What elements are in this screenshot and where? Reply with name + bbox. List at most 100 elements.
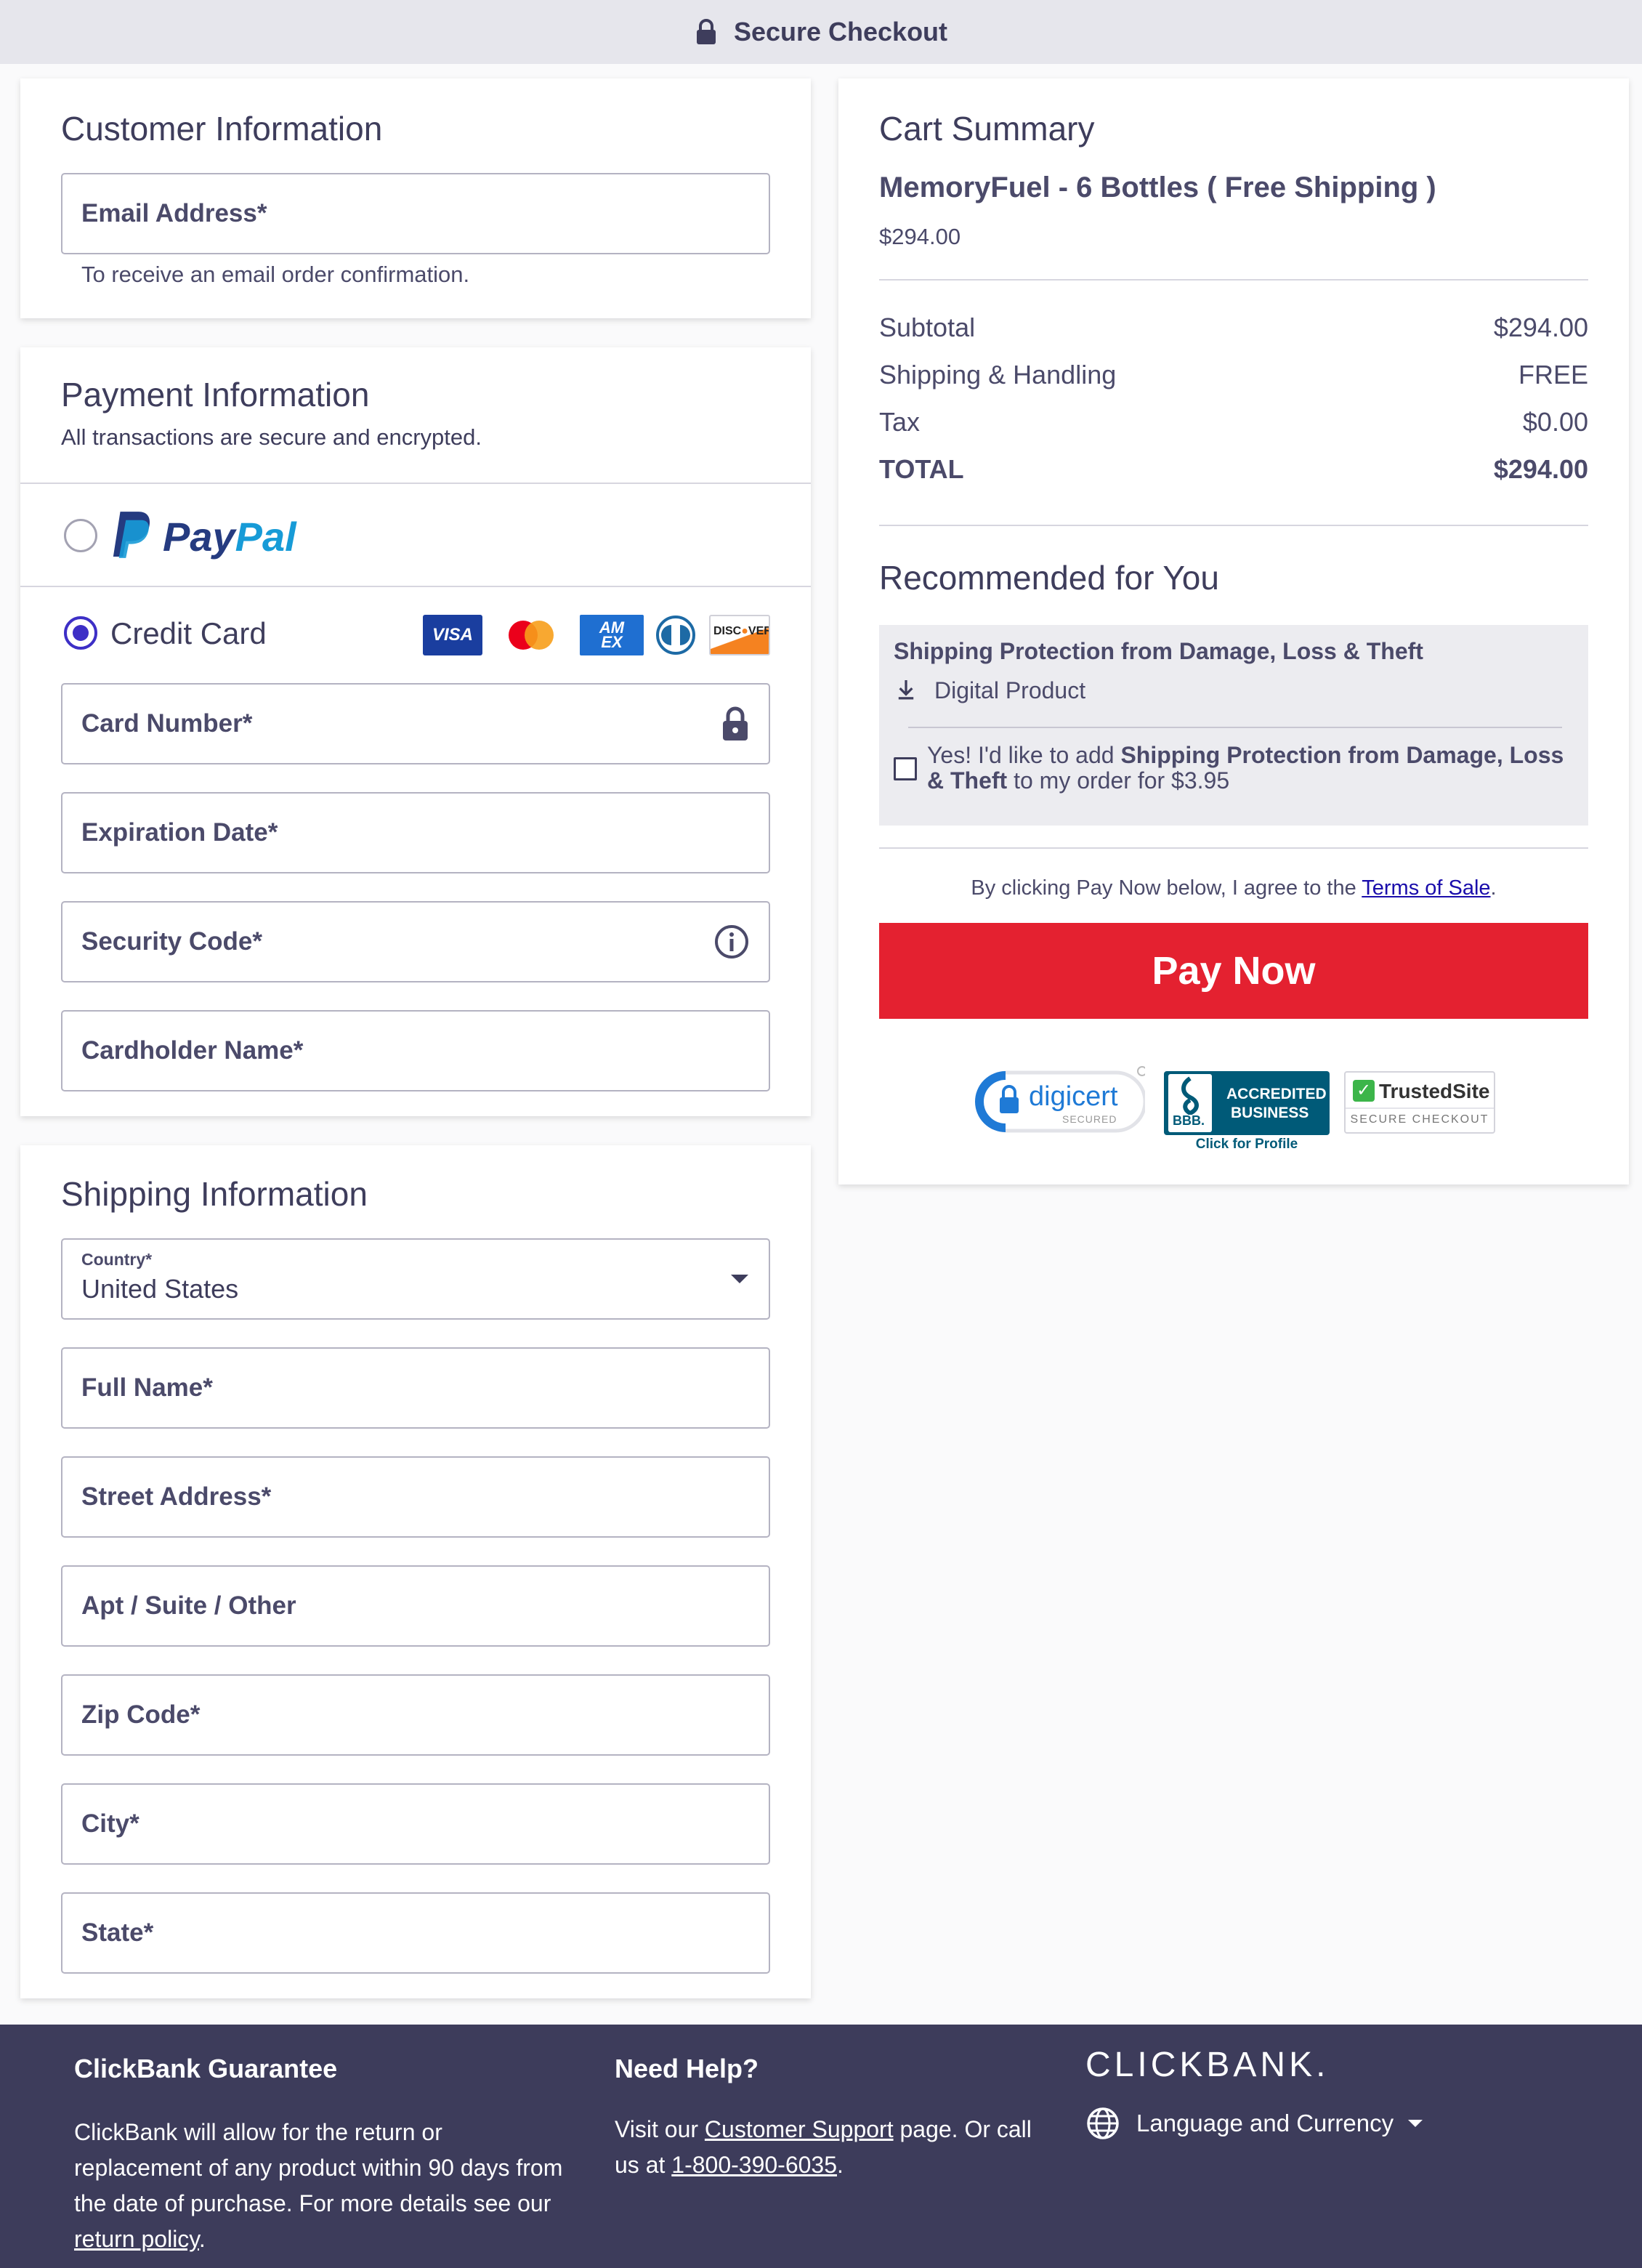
card-number-field[interactable]: Card Number*: [61, 683, 770, 764]
credit-card-label: Credit Card: [110, 616, 267, 650]
city-field[interactable]: City*: [61, 1783, 770, 1865]
expiration-date-field[interactable]: Expiration Date*: [61, 792, 770, 873]
bbb-badge[interactable]: BBB. ACCREDITED BUSINESS Click for Profi…: [1164, 1071, 1330, 1157]
download-icon: [898, 680, 914, 700]
credit-card-radio[interactable]: [64, 616, 97, 650]
zip-code-placeholder: Zip Code*: [81, 1700, 201, 1729]
offer-prefix: Yes! I'd like to add: [927, 742, 1121, 768]
product-name: MemoryFuel - 6 Bottles ( Free Shipping ): [879, 171, 1436, 203]
divider: [879, 847, 1588, 849]
divider: [908, 727, 1562, 728]
secure-checkout-header: Secure Checkout: [0, 0, 1642, 64]
lock-icon: [723, 706, 748, 740]
offer-suffix: to my order for $3.95: [1007, 767, 1230, 794]
apt-suite-placeholder: Apt / Suite / Other: [81, 1591, 296, 1620]
bbb-seal: BBB. ACCREDITED BUSINESS: [1164, 1071, 1330, 1135]
product-price: $294.00: [879, 224, 961, 249]
trustedsite-sub: SECURE CHECKOUT: [1350, 1113, 1489, 1126]
payment-subtitle: All transactions are secure and encrypte…: [61, 424, 482, 450]
subtotal-value: $294.00: [1493, 312, 1588, 342]
digicert-badge[interactable]: digicert SECURED: [971, 1065, 1147, 1138]
guarantee-text: ClickBank will allow for the return or r…: [74, 2115, 568, 2257]
total-value: $294.00: [1493, 454, 1588, 484]
trustedsite-text: TrustedSite: [1379, 1080, 1490, 1102]
terms-text: By clicking Pay Now below, I agree to th…: [879, 876, 1588, 900]
language-currency-label: Language and Currency: [1136, 2110, 1394, 2136]
digicert-sub: SECURED: [1062, 1113, 1117, 1125]
recommended-item-title: Shipping Protection from Damage, Loss & …: [894, 638, 1423, 664]
help-text: Visit our Customer Support page. Or call…: [615, 2112, 1036, 2183]
discover-logo-icon: DISC●VER: [709, 615, 770, 655]
lock-icon: [696, 19, 716, 44]
cardholder-name-field[interactable]: Cardholder Name*: [61, 1010, 770, 1091]
email-placeholder: Email Address*: [81, 199, 267, 227]
amex-logo-icon: AM EX: [580, 615, 644, 655]
paypal-option[interactable]: PayPal: [20, 484, 811, 587]
language-currency-selector[interactable]: Language and Currency: [1085, 2106, 1424, 2141]
checkmark-icon: ✓: [1353, 1080, 1375, 1102]
header-title: Secure Checkout: [733, 17, 948, 47]
credit-card-option[interactable]: Credit Card VISA AM EX DISC●VER: [20, 587, 811, 667]
guarantee-body: ClickBank will allow for the return or r…: [74, 2119, 563, 2216]
customer-information-card: Customer Information Email Address* To r…: [20, 78, 811, 318]
clickbank-logo: CLICKBANK.: [1085, 2046, 1330, 2084]
terms-suffix: .: [1490, 876, 1497, 900]
guarantee-title: ClickBank Guarantee: [74, 2054, 338, 2083]
security-code-field[interactable]: Security Code*: [61, 901, 770, 982]
street-address-field[interactable]: Street Address*: [61, 1456, 770, 1538]
paypal-radio[interactable]: [64, 519, 97, 552]
street-address-placeholder: Street Address*: [81, 1482, 272, 1511]
payment-information-title: Payment Information: [61, 376, 370, 413]
cart-summary-title: Cart Summary: [879, 110, 1095, 148]
card-number-placeholder: Card Number*: [81, 709, 253, 738]
shipping-information-card: Shipping Information Country* United Sta…: [20, 1145, 811, 1998]
chevron-down-icon: [731, 1275, 748, 1283]
paypal-label: PayPal: [163, 514, 296, 560]
phone-link[interactable]: 1-800-390-6035: [671, 2152, 837, 2178]
shipping-information-title: Shipping Information: [61, 1175, 368, 1213]
apt-suite-field[interactable]: Apt / Suite / Other: [61, 1565, 770, 1647]
payment-information-card: Payment Information All transactions are…: [20, 347, 811, 1116]
recommended-title: Recommended for You: [879, 559, 1219, 597]
offer-checkbox[interactable]: [894, 757, 917, 780]
shipping-label: Shipping & Handling: [879, 360, 1117, 390]
country-value: United States: [81, 1274, 239, 1304]
tax-value: $0.00: [1522, 407, 1588, 437]
city-placeholder: City*: [81, 1809, 139, 1838]
shipping-row: Shipping & Handling FREE: [879, 360, 1588, 390]
customer-support-link[interactable]: Customer Support: [705, 2116, 894, 2142]
email-field[interactable]: Email Address*: [61, 173, 770, 254]
security-code-placeholder: Security Code*: [81, 927, 262, 956]
state-field[interactable]: State*: [61, 1892, 770, 1974]
zip-code-field[interactable]: Zip Code*: [61, 1674, 770, 1756]
email-helper-text: To receive an email order confirmation.: [81, 262, 470, 287]
digicert-text: digicert: [1029, 1081, 1118, 1112]
visa-logo-icon: VISA: [423, 615, 482, 655]
total-row: TOTAL $294.00: [879, 454, 1588, 485]
customer-information-title: Customer Information: [61, 110, 383, 148]
help-prefix: Visit our: [615, 2116, 705, 2142]
help-title: Need Help?: [615, 2054, 759, 2083]
country-select[interactable]: Country* United States: [61, 1238, 770, 1320]
return-policy-link[interactable]: return policy: [74, 2226, 199, 2252]
offer-text: Yes! I'd like to add Shipping Protection…: [927, 743, 1566, 794]
divider: [879, 525, 1588, 526]
mastercard-logo-icon: [509, 621, 554, 650]
terms-prefix: By clicking Pay Now below, I agree to th…: [971, 876, 1362, 900]
recommended-item: Shipping Protection from Damage, Loss & …: [879, 625, 1588, 826]
chevron-down-icon: [1408, 2120, 1423, 2127]
shipping-value: FREE: [1518, 360, 1588, 390]
total-label: TOTAL: [879, 454, 964, 484]
subtotal-label: Subtotal: [879, 312, 976, 342]
help-end: .: [837, 2152, 844, 2178]
pay-now-button[interactable]: Pay Now: [879, 923, 1588, 1019]
state-placeholder: State*: [81, 1918, 154, 1947]
diners-club-logo-icon: [656, 616, 695, 655]
subtotal-row: Subtotal $294.00: [879, 312, 1588, 343]
info-icon[interactable]: [713, 924, 750, 960]
trustedsite-badge[interactable]: ✓ TrustedSite SECURE CHECKOUT: [1344, 1071, 1495, 1134]
terms-of-sale-link[interactable]: Terms of Sale: [1362, 876, 1490, 900]
full-name-field[interactable]: Full Name*: [61, 1347, 770, 1429]
cardholder-placeholder: Cardholder Name*: [81, 1036, 304, 1065]
tax-label: Tax: [879, 407, 921, 437]
